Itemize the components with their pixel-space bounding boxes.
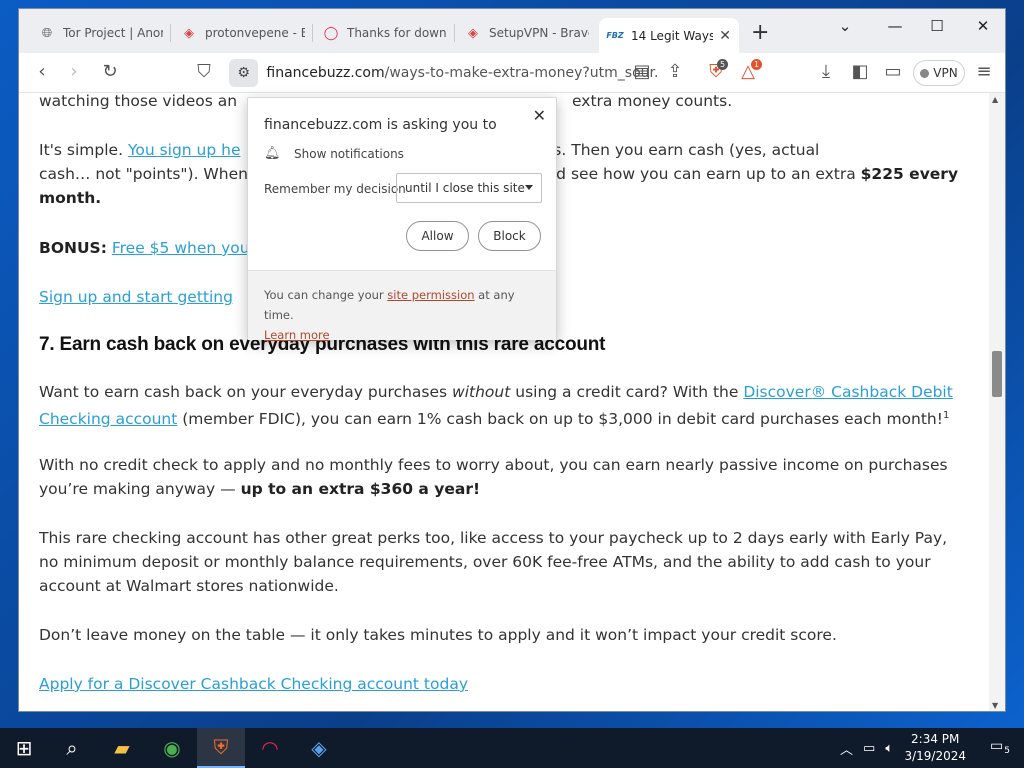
scrollbar-thumb[interactable] [992, 351, 1002, 397]
allow-button[interactable]: Allow [406, 221, 469, 251]
opera-gx-icon[interactable]: ◠ [246, 728, 294, 768]
page-scrollbar[interactable]: ▲ ▼ [989, 93, 1005, 711]
close-popup-icon[interactable]: ✕ [533, 106, 546, 125]
scroll-down-icon[interactable]: ▼ [992, 701, 998, 710]
volume-muted-icon[interactable]: 🔈︎ [885, 741, 893, 756]
vpn-app-icon[interactable]: ◈ [295, 728, 343, 768]
forward-icon[interactable]: › [63, 61, 85, 83]
scroll-up-icon[interactable]: ▲ [992, 95, 998, 104]
address-bar[interactable]: ⚙ financebuzz.com/ways-to-make-extra-mon… [229, 58, 659, 88]
tab-strip: 🌐︎ Tor Project | Anon ◈ protonvepene - B… [19, 9, 1005, 53]
show-hidden-icons-icon[interactable]: ︿ [840, 739, 853, 758]
financebuzz-icon: FBZ [606, 31, 624, 40]
reader-mode-icon[interactable]: ▤ [631, 61, 653, 83]
paragraph-apply: Apply for a Discover Cashback Checking a… [39, 672, 969, 696]
globe-icon: 🌐︎ [41, 25, 53, 41]
close-tab-icon[interactable]: ✕ [719, 28, 731, 44]
vpn-button[interactable]: VPN [913, 60, 965, 86]
search-icon[interactable]: ⌕ [48, 728, 96, 768]
menu-icon[interactable]: ≡ [973, 61, 995, 83]
site-permission-link[interactable]: site permission [387, 288, 474, 302]
brave-search-icon: ◈ [184, 25, 194, 41]
wallet-icon[interactable]: ▭ [882, 61, 904, 83]
shields-count-badge: 5 [717, 59, 729, 70]
block-button[interactable]: Block [478, 221, 541, 251]
bell-icon: 🔔︎ [264, 146, 281, 161]
opera-icon: ◯ [323, 25, 339, 41]
downloads-icon[interactable]: ⤓ [815, 61, 837, 83]
tab-thanks-for-downloading[interactable]: ◯ Thanks for downlo [315, 18, 455, 48]
new-tab-button[interactable]: + [751, 20, 769, 45]
sidebar-icon[interactable]: ◧ [849, 61, 871, 83]
back-icon[interactable]: ‹ [31, 61, 53, 83]
file-explorer-icon[interactable]: ▰ [98, 728, 146, 768]
taskbar: ⊞ ⌕ ▰ ◉ ⛨ ◠ ◈ ︿ ▭ 🔈︎ 2:34 PM 3/19/2024 ▭… [0, 728, 1024, 768]
notification-permission-popup: ✕ financebuzz.com is asking you to 🔔︎ Sh… [247, 97, 557, 342]
remember-decision-select[interactable]: until I close this site [396, 173, 542, 203]
maximize-button[interactable]: ☐ [917, 17, 957, 35]
free-5-link[interactable]: Free $5 when you [112, 239, 250, 257]
system-tray: ︿ ▭ 🔈︎ [840, 728, 893, 768]
rewards-count-badge: 1 [751, 59, 763, 70]
tab-tor-project[interactable]: 🌐︎ Tor Project | Anon [31, 18, 171, 48]
navigation-toolbar: ‹ › ↻ ⛉ ⚙ financebuzz.com/ways-to-make-e… [19, 53, 1005, 93]
reload-icon[interactable]: ↻ [99, 61, 121, 83]
tab-financebuzz[interactable]: FBZ 14 Legit Ways ✕ [599, 18, 739, 53]
tab-protonvepene[interactable]: ◈ protonvepene - Br [173, 18, 313, 48]
dropdown-caret-icon [525, 185, 533, 190]
tab-search-chevron-icon[interactable]: ⌄ [825, 17, 865, 35]
brave-browser-icon[interactable]: ⛨ [197, 728, 245, 768]
action-center-icon[interactable]: ▭ 5 [990, 738, 1012, 758]
learn-more-link[interactable]: Learn more [264, 328, 330, 342]
brave-search-icon: ◈ [468, 25, 478, 41]
remember-decision-label: Remember my decision [264, 182, 406, 196]
vpn-status-icon [920, 68, 930, 78]
start-button[interactable]: ⊞ [0, 728, 48, 768]
url-text[interactable]: financebuzz.com/ways-to-make-extra-money… [266, 65, 659, 81]
permission-row: 🔔︎ Show notifications [264, 146, 404, 161]
popup-footer: You can change your site permission at a… [248, 270, 556, 342]
paragraph-no-credit-check: With no credit check to apply and no mon… [39, 456, 948, 498]
site-settings-icon[interactable]: ⚙ [229, 59, 259, 87]
sign-up-start-link[interactable]: Sign up and start getting [39, 288, 233, 306]
paragraph-perks: This rare checking account has other gre… [39, 529, 948, 595]
popup-title: financebuzz.com is asking you to [264, 117, 497, 133]
bookmark-icon[interactable]: ⛉ [193, 61, 215, 83]
close-window-button[interactable]: ✕ [963, 17, 1003, 35]
paragraph-cashback: Want to earn cash back on your everyday … [39, 383, 953, 429]
paragraph-dont-leave-money: Don’t leave money on the table — it only… [39, 626, 837, 644]
apply-discover-link[interactable]: Apply for a Discover Cashback Checking a… [39, 675, 468, 693]
network-icon[interactable]: ▭ [863, 741, 875, 756]
minimize-button[interactable]: — [875, 17, 915, 35]
sign-up-link[interactable]: You sign up he [128, 141, 241, 159]
tab-setupvpn[interactable]: ◈ SetupVPN - Brave [457, 18, 597, 48]
chrome-icon[interactable]: ◉ [148, 728, 196, 768]
browser-window: 🌐︎ Tor Project | Anon ◈ protonvepene - B… [18, 8, 1006, 712]
share-icon[interactable]: ⇪ [664, 61, 686, 83]
taskbar-clock[interactable]: 2:34 PM 3/19/2024 [904, 731, 966, 765]
